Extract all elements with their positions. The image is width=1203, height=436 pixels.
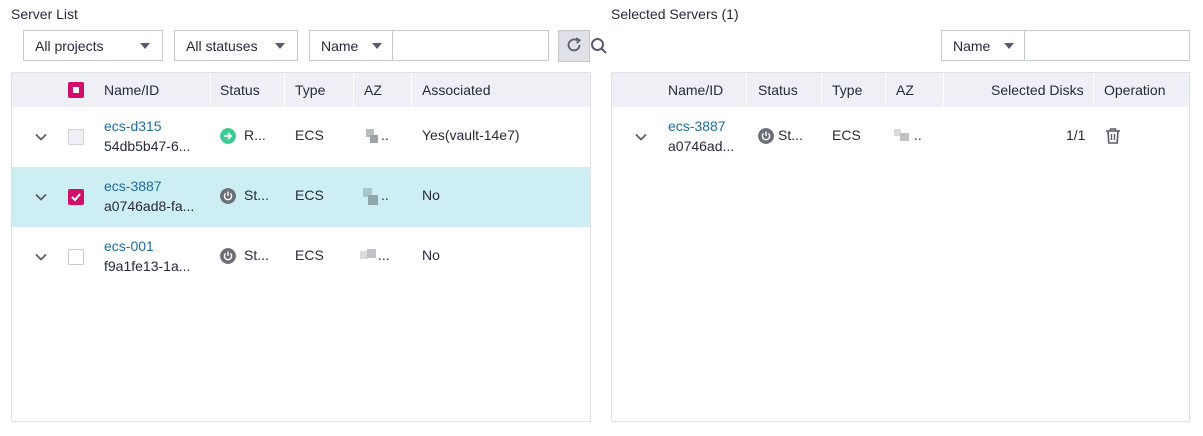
selected-search-box: Name xyxy=(941,30,1203,61)
server-az: .. xyxy=(914,127,922,143)
selected-server-table: Name/ID Status Type AZ Selected Disks Op… xyxy=(611,72,1190,422)
chevron-down-icon[interactable] xyxy=(634,130,648,144)
stopped-status-icon xyxy=(758,128,774,144)
server-list-title: Server List xyxy=(11,6,78,22)
select-all-checkbox[interactable] xyxy=(68,82,84,98)
table-row[interactable]: ecs-d315 54db5b47-6... R... ECS .. Yes(v… xyxy=(12,107,590,167)
col-associated[interactable]: Associated xyxy=(422,73,490,107)
server-associated: Yes(vault-14e7) xyxy=(422,127,520,143)
row-checkbox[interactable] xyxy=(68,249,84,265)
chevron-down-icon xyxy=(372,42,383,49)
refresh-button[interactable] xyxy=(558,30,590,62)
refresh-icon xyxy=(565,36,583,57)
server-search-box: Name xyxy=(309,30,608,61)
chevron-down-icon xyxy=(275,42,285,49)
server-table: Name/ID Status Type AZ Associated ecs-d3… xyxy=(11,72,591,422)
chevron-down-icon[interactable] xyxy=(34,250,48,264)
server-status: St... xyxy=(778,127,803,143)
col-operation: Operation xyxy=(1104,82,1166,98)
az-blurred-value xyxy=(894,129,912,141)
col-name-id[interactable]: Name/ID xyxy=(104,73,159,107)
chevron-down-icon xyxy=(1004,42,1015,49)
row-checkbox xyxy=(68,129,84,145)
server-type: ECS xyxy=(295,127,324,143)
selected-disks-count: 1/1 xyxy=(1066,127,1086,143)
server-id: a0746ad... xyxy=(668,138,735,154)
status-filter-value: All statuses xyxy=(186,37,258,54)
server-type: ECS xyxy=(295,187,324,203)
server-type: ECS xyxy=(832,127,861,143)
search-input[interactable] xyxy=(1025,31,1203,60)
check-icon xyxy=(71,193,81,202)
col-status[interactable]: Status xyxy=(220,73,260,107)
az-blurred-value xyxy=(366,129,380,145)
search-attribute-value: Name xyxy=(953,37,991,54)
stopped-status-icon xyxy=(220,248,236,264)
server-associated: No xyxy=(422,187,440,203)
server-az: .. xyxy=(381,187,389,203)
chevron-down-icon xyxy=(140,42,150,49)
table-row[interactable]: ecs-001 f9a1fe13-1a... St... ECS ... No xyxy=(12,227,590,287)
project-filter-dropdown[interactable]: All projects xyxy=(23,30,163,61)
col-status[interactable]: Status xyxy=(758,73,798,107)
chevron-down-icon[interactable] xyxy=(34,130,48,144)
col-name-id[interactable]: Name/ID xyxy=(668,73,723,107)
project-filter-value: All projects xyxy=(35,37,104,54)
server-status: St... xyxy=(244,187,269,203)
col-type[interactable]: Type xyxy=(832,73,862,107)
server-name-link[interactable]: ecs-d315 xyxy=(104,118,162,134)
server-status: R... xyxy=(244,127,266,143)
selected-servers-title: Selected Servers (1) xyxy=(611,6,739,22)
col-type[interactable]: Type xyxy=(295,73,325,107)
col-selected-disks[interactable]: Selected Disks xyxy=(991,73,1084,107)
search-icon[interactable] xyxy=(590,36,608,56)
az-blurred-value xyxy=(360,249,378,263)
server-name-link[interactable]: ecs-001 xyxy=(104,238,154,254)
row-checkbox[interactable] xyxy=(68,189,84,205)
col-az[interactable]: AZ xyxy=(896,73,914,107)
server-id: 54db5b47-6... xyxy=(104,138,191,154)
az-blurred-value xyxy=(363,188,379,206)
server-name-link[interactable]: ecs-3887 xyxy=(668,118,726,134)
table-row[interactable]: ecs-3887 a0746ad8-fa... St... ECS .. No xyxy=(12,167,590,227)
server-type: ECS xyxy=(295,247,324,263)
selected-table-header: Name/ID Status Type AZ Selected Disks Op… xyxy=(612,73,1189,107)
stopped-status-icon xyxy=(220,188,236,204)
status-filter-dropdown[interactable]: All statuses xyxy=(174,30,298,61)
server-id: a0746ad8-fa... xyxy=(104,198,195,214)
server-table-header: Name/ID Status Type AZ Associated xyxy=(12,73,590,107)
search-attribute-dropdown[interactable]: Name xyxy=(942,31,1026,60)
table-row: ecs-3887 a0746ad... St... ECS .. 1/1 xyxy=(612,107,1189,167)
search-attribute-value: Name xyxy=(321,37,359,54)
col-az[interactable]: AZ xyxy=(364,73,382,107)
chevron-down-icon[interactable] xyxy=(34,190,48,204)
server-az: .. xyxy=(381,127,389,143)
server-name-link[interactable]: ecs-3887 xyxy=(104,178,162,194)
search-attribute-dropdown[interactable]: Name xyxy=(310,31,394,60)
server-az: ... xyxy=(378,247,390,263)
server-status: St... xyxy=(244,247,269,263)
running-status-icon xyxy=(220,128,236,144)
delete-icon[interactable] xyxy=(1104,127,1122,145)
server-id: f9a1fe13-1a... xyxy=(104,258,191,274)
server-associated: No xyxy=(422,247,440,263)
